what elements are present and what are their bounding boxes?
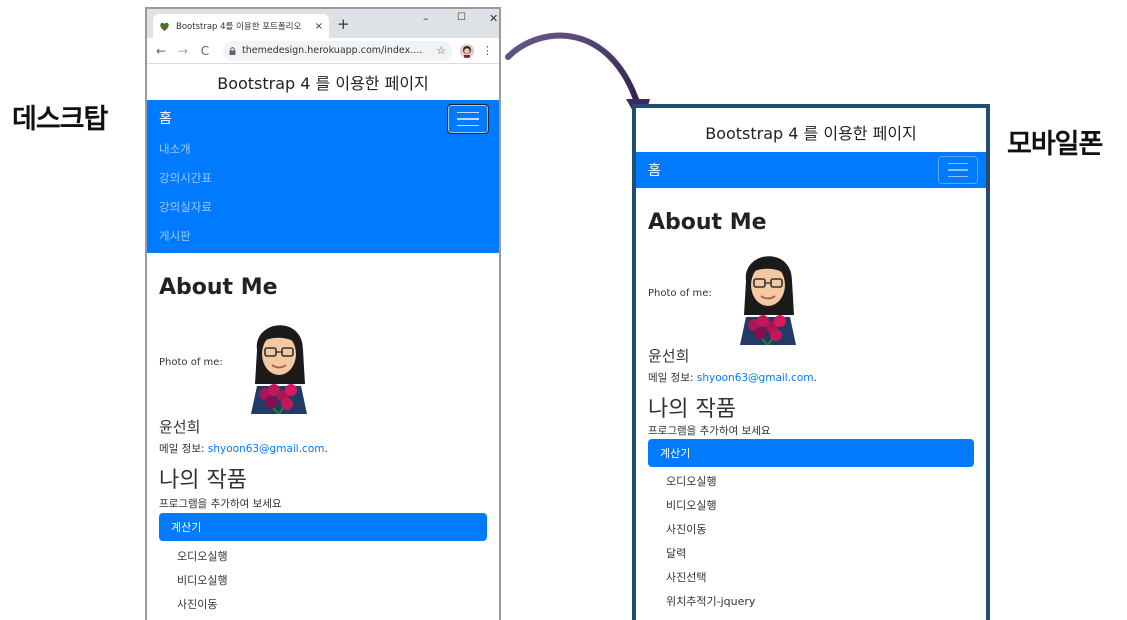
nav-item-timetable[interactable]: 강의시간표 — [159, 170, 487, 186]
browser-tab[interactable]: Bootstrap 4를 이용한 포트폴리오 × — [153, 14, 329, 38]
back-button[interactable]: ← — [153, 44, 169, 58]
mobile-mail-link[interactable]: shyoon63@gmail.com — [697, 372, 814, 384]
address-bar[interactable]: themedesign.herokuapp.com/index.... ☆ — [223, 40, 452, 61]
mail-info: 메일 정보: shyoon63@gmail.com. — [159, 441, 487, 456]
reload-button[interactable]: C — [197, 44, 213, 58]
mail-link[interactable]: shyoon63@gmail.com — [208, 443, 325, 455]
url-text: themedesign.herokuapp.com/index.... — [242, 45, 423, 56]
browser-menu-icon[interactable]: ⋮ — [482, 44, 493, 57]
nav-item-board[interactable]: 게시판 — [159, 228, 487, 244]
list-item-photo-move[interactable]: 사진이동 — [159, 596, 487, 612]
about-heading: About Me — [159, 275, 278, 300]
nav-item-about[interactable]: 내소개 — [159, 141, 487, 157]
mobile-label: 모바일폰 — [1007, 129, 1103, 160]
mobile-mail-suffix: . — [813, 372, 817, 384]
mobile-nav-brand-home[interactable]: 홈 — [648, 160, 661, 180]
new-tab-button[interactable]: + — [337, 15, 350, 33]
mobile-list-item-location-tracker[interactable]: 위치추적기-jquery — [648, 593, 974, 609]
mail-label: 메일 정보: — [159, 443, 208, 455]
desktop-browser-window: Bootstrap 4를 이용한 포트폴리오 × + – ☐ ✕ ← → C t… — [145, 7, 501, 620]
mobile-owner-name: 윤선희 — [648, 347, 690, 365]
list-item-video[interactable]: 비디오실행 — [159, 572, 487, 588]
mobile-navbar: 홈 — [636, 152, 986, 188]
owner-name: 윤선희 — [159, 418, 201, 436]
mobile-works-subtitle: 프로그램을 추가하여 보세요 — [648, 425, 771, 437]
browser-tab-strip: Bootstrap 4를 이용한 포트폴리오 × + – ☐ ✕ — [147, 9, 499, 38]
mobile-list-item-photo-move[interactable]: 사진이동 — [648, 521, 974, 537]
navbar: 홈 내소개 강의시간표 강의실자료 게시판 — [147, 100, 499, 253]
works-subtitle: 프로그램을 추가하여 보세요 — [159, 498, 282, 510]
bitmoji-avatar-icon — [243, 310, 315, 414]
mobile-mail-info: 메일 정보: shyoon63@gmail.com. — [648, 370, 974, 385]
tab-close-icon[interactable]: × — [315, 21, 323, 32]
mobile-list-item-calendar[interactable]: 달력 — [648, 545, 974, 561]
main-content: About Me Photo of me: 윤선희 메일 정보: shyoon6… — [147, 275, 499, 612]
photo-row: Photo of me: — [159, 310, 487, 414]
profile-avatar-icon[interactable] — [460, 43, 474, 58]
lock-icon — [229, 46, 236, 55]
mobile-list-item-video[interactable]: 비디오실행 — [648, 497, 974, 513]
list-item-calculator[interactable]: 계산기 — [159, 513, 487, 541]
minimize-button[interactable]: – — [423, 12, 429, 25]
list-item-audio[interactable]: 오디오실행 — [159, 548, 487, 564]
mobile-hamburger-menu-icon[interactable] — [938, 156, 978, 184]
leaf-heart-icon — [159, 21, 170, 32]
nav-item-materials[interactable]: 강의실자료 — [159, 199, 487, 215]
mobile-bitmoji-avatar-icon — [732, 241, 804, 345]
mobile-page-title: Bootstrap 4 를 이용한 페이지 — [705, 124, 917, 143]
forward-button[interactable]: → — [175, 44, 191, 58]
desktop-page: Bootstrap 4 를 이용한 페이지 홈 내소개 강의시간표 강의실자료 … — [147, 64, 499, 612]
address-toolbar: ← → C themedesign.herokuapp.com/index...… — [147, 38, 499, 64]
mobile-main-content: About Me Photo of me: 윤선희 메일 정보: shyoon6… — [636, 210, 986, 609]
mobile-frame: Bootstrap 4 를 이용한 페이지 홈 About Me Photo o… — [632, 104, 990, 620]
desktop-label: 데스크탑 — [12, 104, 108, 135]
close-window-button[interactable]: ✕ — [489, 12, 498, 25]
works-heading: 나의 작품 — [159, 468, 247, 493]
mobile-list-item-photo-select[interactable]: 사진선택 — [648, 569, 974, 585]
mail-suffix: . — [324, 443, 328, 455]
hamburger-menu-icon[interactable] — [447, 104, 489, 134]
bookmark-star-icon[interactable]: ☆ — [436, 44, 446, 57]
nav-brand-home[interactable]: 홈 — [159, 108, 487, 128]
mobile-photo-row: Photo of me: — [648, 241, 974, 345]
mobile-about-heading: About Me — [648, 210, 767, 235]
mobile-list-item-audio[interactable]: 오디오실행 — [648, 473, 974, 489]
photo-label: Photo of me: — [159, 356, 223, 368]
tab-title: Bootstrap 4를 이용한 포트폴리오 — [176, 22, 302, 32]
mobile-mail-label: 메일 정보: — [648, 372, 697, 384]
mobile-works-heading: 나의 작품 — [648, 397, 736, 422]
maximize-button[interactable]: ☐ — [457, 12, 466, 23]
mobile-list-item-calculator[interactable]: 계산기 — [648, 439, 974, 467]
page-title: Bootstrap 4 를 이용한 페이지 — [217, 74, 429, 93]
mobile-photo-label: Photo of me: — [648, 287, 712, 299]
